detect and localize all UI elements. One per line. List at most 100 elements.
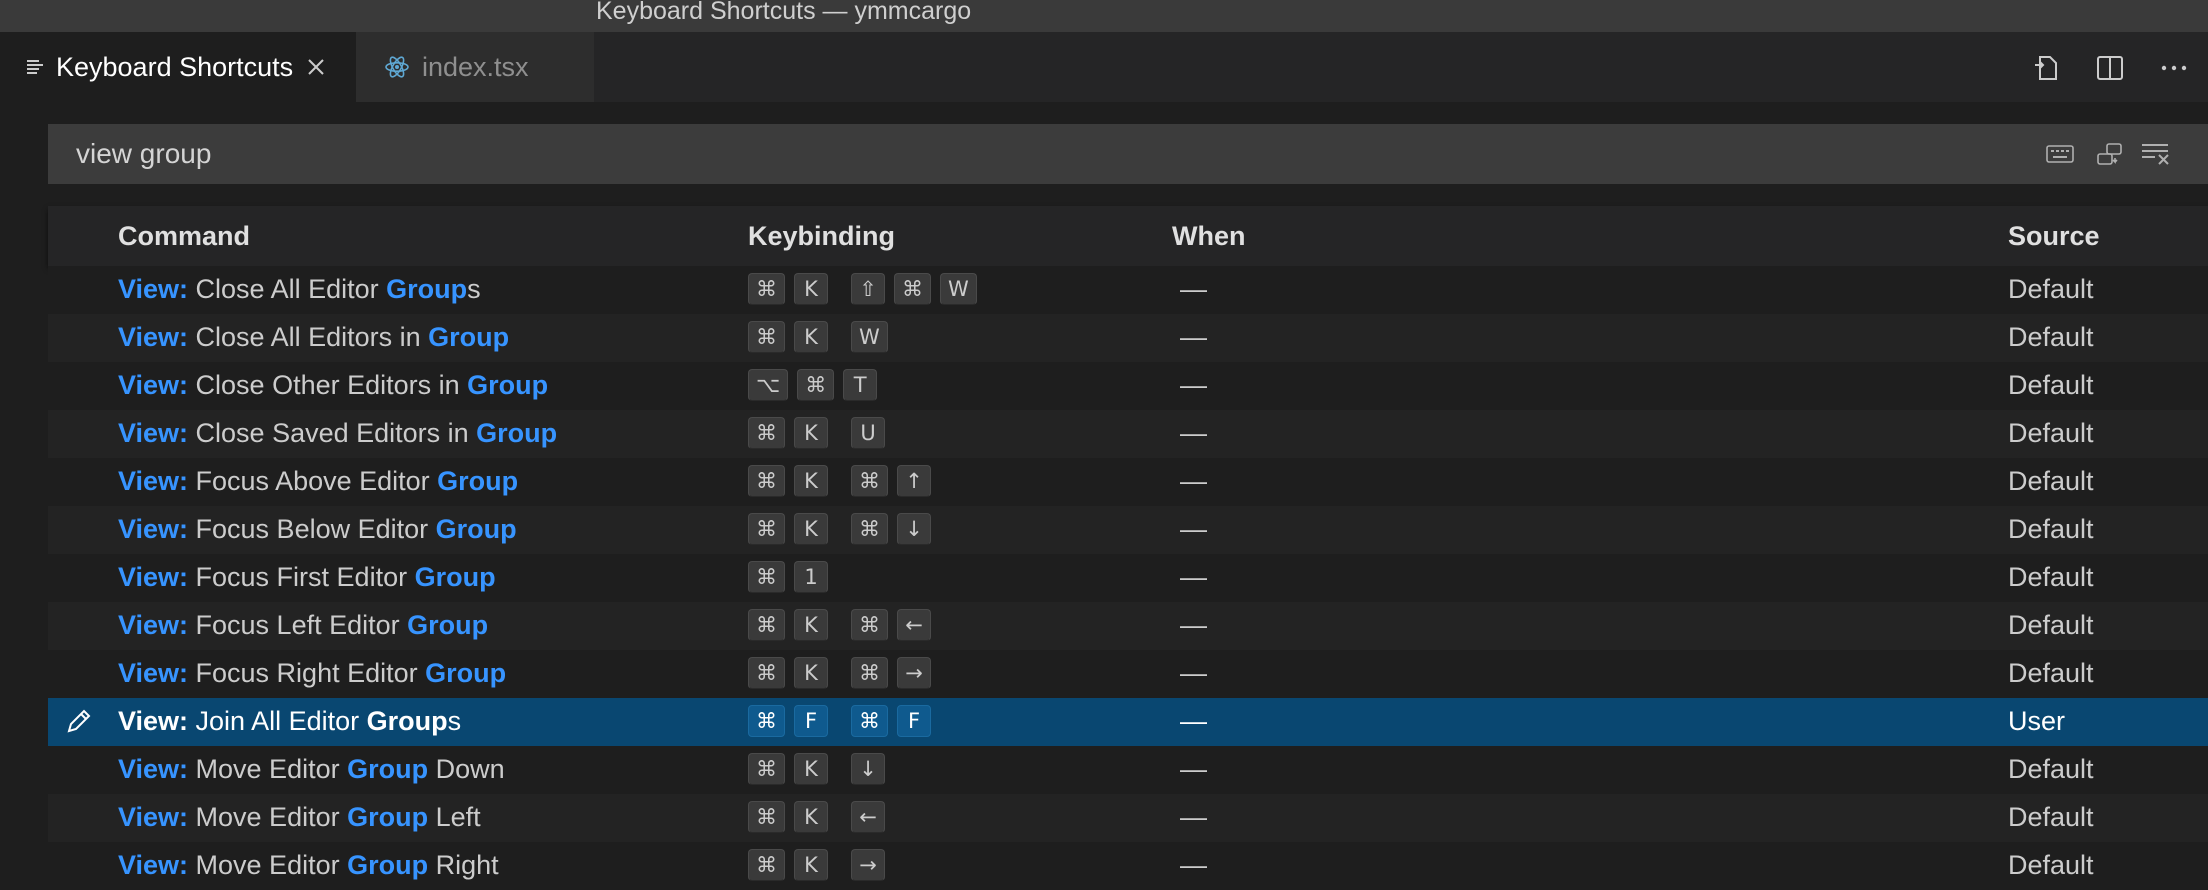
command-cell: View: Close All Editor Groups xyxy=(118,274,481,305)
tab-label: index.tsx xyxy=(422,51,529,82)
command-prefix: View: xyxy=(118,802,189,832)
keybinding-cell: ⌘ 1 xyxy=(748,561,837,593)
command-match: Group xyxy=(347,754,429,784)
table-row[interactable]: View: Move Editor Group Left ⌘ K ← — Default xyxy=(48,794,2208,842)
key-cap: ⌘ xyxy=(748,753,785,785)
source-cell: Default xyxy=(2008,562,2094,592)
record-keys-icon[interactable] xyxy=(2042,136,2078,172)
keybinding-cell: ⌘ K W xyxy=(748,321,897,353)
table-row[interactable]: View: Focus First Editor Group ⌘ 1— Default xyxy=(48,554,2208,602)
key-cap: K xyxy=(794,801,828,833)
table-body: View: Close All Editor Groups ⌘ K ⇧ ⌘ W — Defau… xyxy=(48,266,2208,890)
table-row[interactable]: View: Join All Editor Groups ⌘ F ⌘ F — User xyxy=(48,698,2208,746)
command-cell: View: Move Editor Group Left xyxy=(118,802,481,833)
command-text: Focus Right Editor xyxy=(188,658,426,688)
command-match: Group xyxy=(435,514,517,544)
command-match: Group xyxy=(437,466,519,496)
command-suffix: s xyxy=(467,274,481,304)
keybinding-cell: ⌘ K ↓ xyxy=(748,753,894,785)
table-row[interactable]: View: Close All Editors in Group ⌘ K W — Defa… xyxy=(48,314,2208,362)
command-prefix: View: xyxy=(118,370,189,400)
command-match: Group xyxy=(428,322,510,352)
command-cell: View: Focus Below Editor Group xyxy=(118,514,517,545)
command-text: Close Saved Editors in xyxy=(188,418,477,448)
split-editor-icon[interactable] xyxy=(2092,50,2128,86)
source-cell: Default xyxy=(2008,610,2094,640)
clear-input-icon[interactable] xyxy=(2138,136,2174,172)
table-row[interactable]: View: Close Other Editors in Group ⌥ ⌘ T — De… xyxy=(48,362,2208,410)
more-actions-icon[interactable] xyxy=(2156,50,2192,86)
table-row[interactable]: View: Close Saved Editors in Group ⌘ K U — De… xyxy=(48,410,2208,458)
command-prefix: View: xyxy=(118,706,189,736)
command-text: Close All Editor xyxy=(188,274,387,304)
command-suffix: Left xyxy=(428,802,481,832)
command-cell: View: Focus First Editor Group xyxy=(118,562,496,593)
when-cell: — xyxy=(1180,610,1207,640)
table-row[interactable]: View: Focus Below Editor Group ⌘ K ⌘ ↓ — Defau… xyxy=(48,506,2208,554)
keybindings-table: Command Keybinding When Source View: Clo… xyxy=(48,206,2208,890)
when-cell: — xyxy=(1180,514,1207,544)
key-cap: ⌘ xyxy=(748,273,785,305)
key-cap: F xyxy=(794,705,828,737)
tab-keyboard-shortcuts[interactable]: Keyboard Shortcuts xyxy=(0,32,356,102)
command-prefix: View: xyxy=(118,322,189,352)
table-row[interactable]: View: Focus Left Editor Group ⌘ K ⌘ ← — Defaul… xyxy=(48,602,2208,650)
key-cap: T xyxy=(843,369,878,401)
key-cap: ← xyxy=(851,801,885,833)
command-text: Focus Left Editor xyxy=(188,610,408,640)
table-row[interactable]: View: Focus Above Editor Group ⌘ K ⌘ ↑ — Defau… xyxy=(48,458,2208,506)
command-cell: View: Focus Above Editor Group xyxy=(118,466,518,497)
keybinding-cell: ⌘ F ⌘ F xyxy=(748,705,940,737)
command-prefix: View: xyxy=(118,850,189,880)
keybinding-cell: ⌘ K U xyxy=(748,417,894,449)
source-cell: Default xyxy=(2008,802,2094,832)
command-match: Group xyxy=(467,370,549,400)
when-cell: — xyxy=(1180,274,1207,304)
source-cell: Default xyxy=(2008,466,2094,496)
command-text: Move Editor xyxy=(188,802,348,832)
when-cell: — xyxy=(1180,418,1207,448)
column-header-command[interactable]: Command xyxy=(118,221,250,252)
source-cell: Default xyxy=(2008,850,2094,880)
close-icon[interactable] xyxy=(307,58,325,76)
tab-index-tsx[interactable]: index.tsx xyxy=(356,32,594,102)
key-cap: K xyxy=(794,609,828,641)
keybinding-cell: ⌘ K ⌘ ↓ xyxy=(748,513,940,545)
table-row[interactable]: View: Move Editor Group Right ⌘ K → — Default xyxy=(48,842,2208,890)
key-cap: → xyxy=(851,849,885,881)
open-keybindings-json-icon[interactable] xyxy=(2028,50,2064,86)
when-cell: — xyxy=(1180,658,1207,688)
tab-label: Keyboard Shortcuts xyxy=(56,51,294,82)
react-icon xyxy=(384,54,410,80)
command-match: Group xyxy=(425,658,507,688)
table-row[interactable]: View: Focus Right Editor Group ⌘ K ⌘ → — Defau… xyxy=(48,650,2208,698)
command-match: Group xyxy=(476,418,558,448)
window-title: Keyboard Shortcuts — ymmcargo xyxy=(596,0,972,25)
keybinding-cell: ⌘ K ⌘ ↑ xyxy=(748,465,940,497)
key-cap: ⌘ xyxy=(748,705,785,737)
key-cap: ⌘ xyxy=(748,513,785,545)
command-cell: View: Focus Left Editor Group xyxy=(118,610,488,641)
key-cap: ↓ xyxy=(851,753,885,785)
key-cap: ⌘ xyxy=(851,705,888,737)
source-cell: Default xyxy=(2008,370,2094,400)
command-prefix: View: xyxy=(118,274,189,304)
command-match: Group xyxy=(347,850,429,880)
table-row[interactable]: View: Close All Editor Groups ⌘ K ⇧ ⌘ W — Defau… xyxy=(48,266,2208,314)
key-cap: ⌘ xyxy=(748,657,785,689)
column-header-source[interactable]: Source xyxy=(2008,221,2100,252)
column-header-keybinding[interactable]: Keybinding xyxy=(748,221,895,252)
key-cap: ⌘ xyxy=(748,465,785,497)
column-header-when[interactable]: When xyxy=(1172,221,1246,252)
key-cap: K xyxy=(794,273,828,305)
command-cell: View: Focus Right Editor Group xyxy=(118,658,506,689)
search-input[interactable] xyxy=(48,124,2008,184)
table-row[interactable]: View: Move Editor Group Down ⌘ K ↓ — Default xyxy=(48,746,2208,794)
edit-keybinding-icon[interactable] xyxy=(64,706,94,736)
key-cap: 1 xyxy=(794,561,828,593)
command-cell: View: Move Editor Group Down xyxy=(118,754,505,785)
key-cap: ⌘ xyxy=(748,417,785,449)
command-suffix: Down xyxy=(428,754,505,784)
command-match: Group xyxy=(414,562,496,592)
sort-by-precedence-icon[interactable] xyxy=(2092,136,2128,172)
